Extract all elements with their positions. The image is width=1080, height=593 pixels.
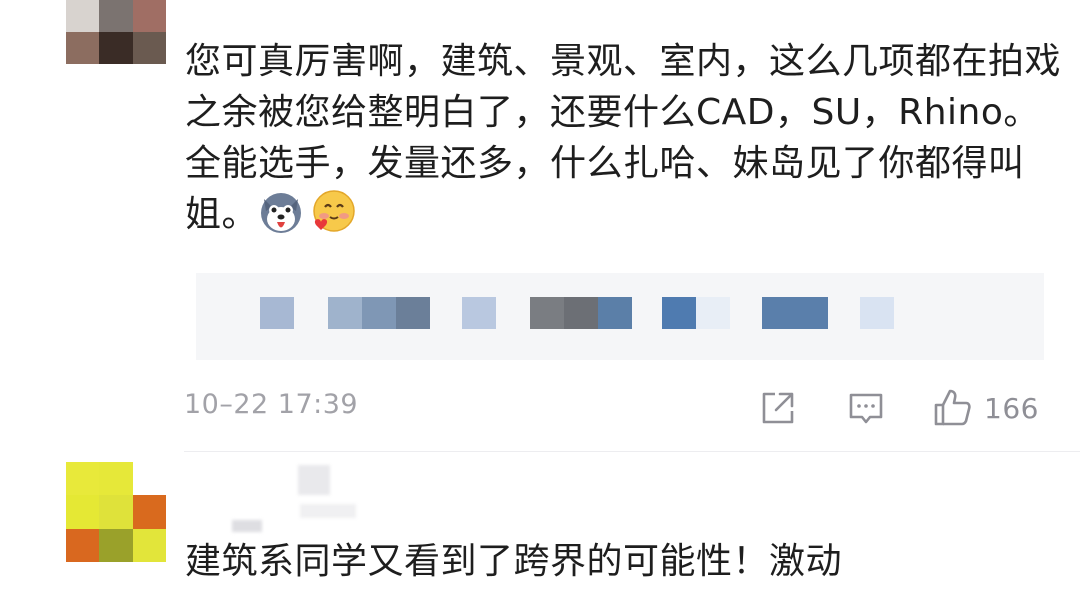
share-button[interactable]	[758, 388, 798, 428]
share-icon	[758, 388, 798, 428]
avatar-pixel	[66, 495, 100, 529]
comment-timestamp: 10–22 17:39	[184, 389, 359, 420]
avatar-pixel	[132, 462, 166, 496]
comment-divider	[184, 451, 1080, 452]
avatar-pixel	[132, 528, 166, 562]
avatar-pixel	[66, 528, 100, 562]
husky-dog-emoji	[258, 189, 304, 235]
avatar-pixel	[66, 0, 100, 32]
avatar-pixel	[66, 462, 100, 496]
mosaic-block	[362, 297, 396, 329]
blushing-heart-emoji	[310, 189, 356, 235]
thumbs-up-icon	[932, 387, 974, 429]
avatar-pixel	[66, 32, 100, 64]
comment-icon	[846, 388, 886, 428]
avatar-pixel	[132, 32, 166, 64]
avatar[interactable]	[66, 0, 166, 64]
avatar-pixel	[132, 495, 166, 529]
avatar-pixel	[99, 462, 133, 496]
avatar-pixel	[99, 528, 133, 562]
mosaic-block	[860, 297, 894, 329]
mosaic-block	[300, 504, 356, 518]
mosaic-block	[564, 297, 598, 329]
avatar-pixel	[99, 495, 133, 529]
like-button[interactable]: 166	[932, 388, 1039, 428]
like-count: 166	[984, 391, 1039, 425]
avatar[interactable]	[66, 462, 166, 562]
mosaic-block	[662, 297, 696, 329]
mosaic-block	[462, 297, 496, 329]
link-preview-censored[interactable]	[196, 273, 1044, 360]
mosaic-block	[260, 297, 294, 329]
mosaic-block	[762, 297, 828, 329]
reply-button[interactable]	[846, 388, 886, 428]
mosaic-block	[298, 465, 330, 495]
mosaic-block	[696, 297, 730, 329]
mosaic-block	[396, 297, 430, 329]
mosaic-block	[232, 520, 262, 532]
mosaic-block	[328, 297, 362, 329]
mosaic-block	[530, 297, 564, 329]
avatar-pixel	[132, 0, 166, 32]
comment-text: 您可真厉害啊，建筑、景观、室内，这么几项都在拍戏之余被您给整明白了，还要什么CA…	[185, 41, 1062, 235]
mosaic-block	[598, 297, 632, 329]
avatar-pixel	[99, 0, 133, 32]
avatar-pixel	[99, 32, 133, 64]
comment-text: 建筑系同学又看到了跨界的可能性！激动	[185, 541, 843, 582]
